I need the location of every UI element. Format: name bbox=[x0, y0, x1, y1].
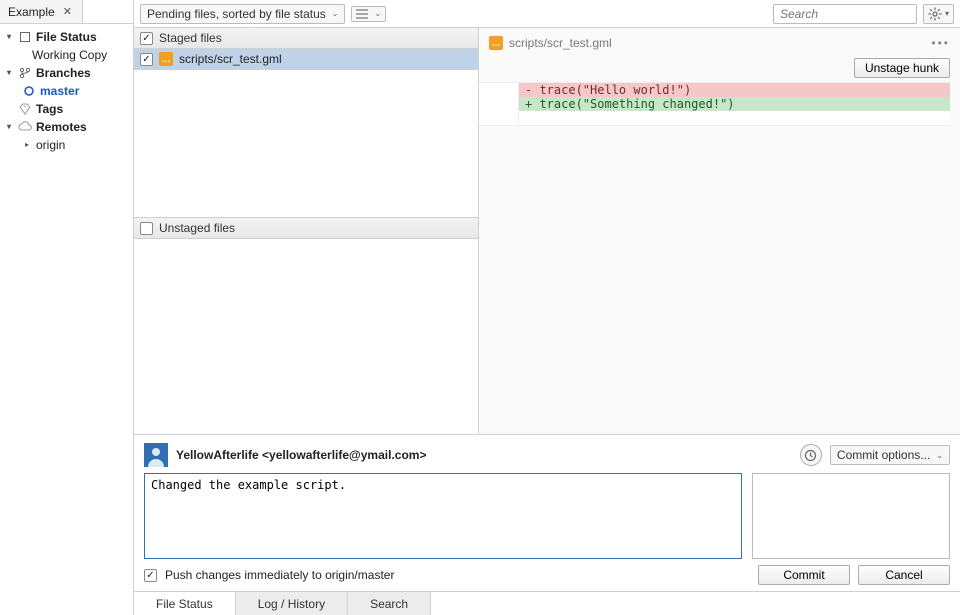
staged-checkbox[interactable] bbox=[140, 32, 153, 45]
filter-dropdown[interactable]: Pending files, sorted by file status ⌄ bbox=[140, 4, 345, 24]
commit-area: YellowAfterlife <yellowafterlife@ymail.c… bbox=[134, 434, 960, 591]
view-mode-dropdown[interactable]: ⌄ bbox=[351, 6, 386, 22]
chevron-down-icon: ▾ bbox=[4, 119, 14, 135]
diff-file-path: scripts/scr_test.gml bbox=[509, 36, 612, 50]
diff-body: - trace("Hello world!") + trace("Somethi… bbox=[479, 82, 950, 126]
sidebar-label: master bbox=[40, 83, 79, 99]
chevron-down-icon: ▾ bbox=[4, 65, 14, 81]
branch-icon bbox=[18, 66, 32, 80]
chevron-down-icon: ⌄ bbox=[936, 451, 943, 460]
file-status-icon bbox=[18, 30, 32, 44]
avatar bbox=[144, 443, 168, 467]
gear-icon bbox=[928, 7, 942, 21]
tag-icon bbox=[18, 102, 32, 116]
staged-header: Staged files bbox=[134, 28, 478, 49]
sidebar-label: Remotes bbox=[36, 119, 87, 135]
file-modified-icon: … bbox=[489, 36, 503, 50]
chevron-down-icon: ⌄ bbox=[332, 9, 339, 18]
unstage-hunk-button[interactable]: Unstage hunk bbox=[854, 58, 950, 78]
sidebar-item-origin[interactable]: ▸ origin bbox=[4, 136, 129, 154]
repo-tab[interactable]: Example ✕ bbox=[0, 0, 83, 23]
push-label: Push changes immediately to origin/maste… bbox=[165, 568, 394, 582]
history-button[interactable] bbox=[800, 444, 822, 466]
cancel-button[interactable]: Cancel bbox=[858, 565, 950, 585]
toolbar: Pending files, sorted by file status ⌄ ⌄ bbox=[134, 0, 960, 28]
diff-line-removed: - trace("Hello world!") bbox=[479, 83, 950, 97]
search-box[interactable] bbox=[773, 4, 917, 24]
settings-button[interactable]: ▾ bbox=[923, 4, 954, 24]
push-immediately-checkbox[interactable] bbox=[144, 569, 157, 582]
diff-panel: … scripts/scr_test.gml ••• Unstage hunk … bbox=[479, 28, 960, 434]
cloud-icon bbox=[18, 120, 32, 134]
file-panes: Staged files … scripts/scr_test.gml Unst… bbox=[134, 28, 479, 434]
chevron-down-icon: ⌄ bbox=[374, 9, 381, 18]
file-path: scripts/scr_test.gml bbox=[179, 52, 282, 66]
tab-label: File Status bbox=[156, 597, 213, 611]
sidebar-item-master[interactable]: master bbox=[4, 82, 129, 100]
sidebar-tree: ▾ File Status Working Copy ▾ Branches bbox=[0, 24, 133, 158]
commit-side-panel bbox=[752, 473, 950, 559]
unstaged-header-label: Unstaged files bbox=[159, 221, 235, 235]
file-row[interactable]: … scripts/scr_test.gml bbox=[134, 49, 478, 70]
more-icon[interactable]: ••• bbox=[931, 36, 950, 50]
sidebar-label: Branches bbox=[36, 65, 91, 81]
commit-message-input[interactable] bbox=[144, 473, 742, 559]
sidebar-label: Tags bbox=[36, 101, 63, 117]
sidebar-item-file-status[interactable]: ▾ File Status bbox=[4, 28, 129, 46]
diff-header: … scripts/scr_test.gml ••• bbox=[479, 28, 960, 54]
tab-label: Search bbox=[370, 597, 408, 611]
sidebar-item-branches[interactable]: ▾ Branches bbox=[4, 64, 129, 82]
file-checkbox[interactable] bbox=[140, 53, 153, 66]
diff-line-added: + trace("Something changed!") bbox=[479, 97, 950, 111]
list-icon bbox=[356, 9, 368, 19]
close-icon[interactable]: ✕ bbox=[61, 5, 74, 18]
chevron-down-icon: ▾ bbox=[4, 29, 14, 45]
diff-text: - trace("Hello world!") bbox=[519, 83, 950, 97]
sidebar: Example ✕ ▾ File Status Working Copy ▾ B… bbox=[0, 0, 134, 615]
commit-author: YellowAfterlife <yellowafterlife@ymail.c… bbox=[176, 448, 426, 462]
current-branch-icon bbox=[22, 84, 36, 98]
bottom-tabs: File Status Log / History Search bbox=[134, 591, 960, 615]
main-area: Pending files, sorted by file status ⌄ ⌄ bbox=[134, 0, 960, 615]
commit-options-dropdown[interactable]: Commit options... ⌄ bbox=[830, 445, 950, 465]
sidebar-item-working-copy[interactable]: Working Copy bbox=[4, 46, 129, 64]
search-input[interactable] bbox=[778, 6, 939, 22]
repo-tab-label: Example bbox=[8, 5, 55, 19]
unstaged-header: Unstaged files bbox=[134, 218, 478, 239]
tab-log-history[interactable]: Log / History bbox=[236, 592, 348, 615]
sidebar-label: File Status bbox=[36, 29, 97, 45]
sidebar-label: origin bbox=[36, 137, 65, 153]
sidebar-item-remotes[interactable]: ▾ Remotes bbox=[4, 118, 129, 136]
tab-label: Log / History bbox=[258, 597, 325, 611]
sidebar-label: Working Copy bbox=[32, 47, 107, 63]
commit-options-label: Commit options... bbox=[837, 448, 930, 462]
filter-label: Pending files, sorted by file status bbox=[147, 7, 326, 21]
tab-file-status[interactable]: File Status bbox=[134, 592, 236, 615]
diff-text: + trace("Something changed!") bbox=[519, 97, 950, 111]
file-modified-icon: … bbox=[159, 52, 173, 66]
tab-search[interactable]: Search bbox=[348, 592, 431, 615]
sidebar-item-tags[interactable]: Tags bbox=[4, 100, 129, 118]
chevron-down-icon: ▾ bbox=[945, 9, 949, 18]
chevron-right-icon: ▸ bbox=[22, 137, 32, 153]
staged-header-label: Staged files bbox=[159, 31, 222, 45]
repo-tab-bar: Example ✕ bbox=[0, 0, 133, 24]
diff-line-context bbox=[479, 111, 950, 125]
unstaged-checkbox[interactable] bbox=[140, 222, 153, 235]
commit-button[interactable]: Commit bbox=[758, 565, 850, 585]
